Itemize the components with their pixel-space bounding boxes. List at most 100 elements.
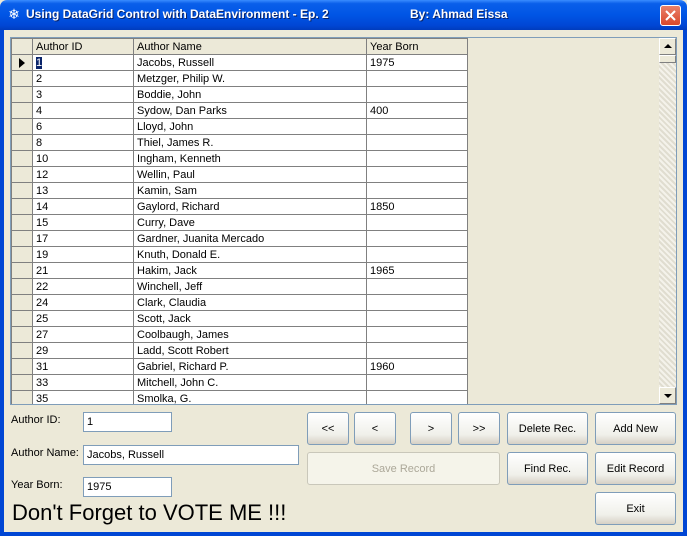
cell-author-id[interactable]: 22 (32, 278, 134, 295)
cell-author-name[interactable]: Clark, Claudia (133, 294, 367, 311)
row-selector[interactable] (11, 342, 33, 359)
cell-author-id[interactable]: 35 (32, 390, 134, 404)
cell-author-id[interactable]: 21 (32, 262, 134, 279)
cell-author-id[interactable]: 25 (32, 310, 134, 327)
cell-author-name[interactable]: Scott, Jack (133, 310, 367, 327)
cell-year-born[interactable] (366, 278, 468, 295)
table-row[interactable]: 13 Kamin, Sam (11, 182, 468, 199)
row-selector[interactable] (11, 294, 33, 311)
cell-author-id[interactable]: 10 (32, 150, 134, 167)
next-record-button[interactable]: > (410, 412, 452, 445)
table-row[interactable]: 24 Clark, Claudia (11, 294, 468, 311)
last-record-button[interactable]: >> (458, 412, 500, 445)
table-row[interactable]: 31 Gabriel, Richard P. 1960 (11, 358, 468, 375)
cell-year-born[interactable] (366, 150, 468, 167)
cell-author-name[interactable]: Sydow, Dan Parks (133, 102, 367, 119)
cell-author-id[interactable]: 13 (32, 182, 134, 199)
column-header-year-born[interactable]: Year Born (366, 38, 468, 55)
table-row[interactable]: 6 Lloyd, John (11, 118, 468, 135)
cell-author-id[interactable]: 2 (32, 70, 134, 87)
table-row[interactable]: 35 Smolka, G. (11, 390, 468, 404)
cell-year-born[interactable] (366, 374, 468, 391)
row-selector[interactable] (11, 70, 33, 87)
cell-year-born[interactable]: 1850 (366, 198, 468, 215)
title-bar[interactable]: ❄ Using DataGrid Control with DataEnviro… (0, 0, 687, 30)
table-row[interactable]: 10 Ingham, Kenneth (11, 150, 468, 167)
edit-record-button[interactable]: Edit Record (595, 452, 676, 485)
row-selector[interactable] (11, 326, 33, 343)
cell-author-name[interactable]: Lloyd, John (133, 118, 367, 135)
row-selector[interactable] (11, 86, 33, 103)
cell-year-born[interactable] (366, 134, 468, 151)
cell-author-name[interactable]: Knuth, Donald E. (133, 246, 367, 263)
row-selector[interactable] (11, 150, 33, 167)
cell-author-id[interactable]: 1 (32, 54, 134, 71)
column-header-author-name[interactable]: Author Name (133, 38, 367, 55)
table-row[interactable]: 22 Winchell, Jeff (11, 278, 468, 295)
close-button[interactable] (660, 5, 681, 26)
cell-author-id[interactable]: 33 (32, 374, 134, 391)
cell-year-born[interactable] (366, 86, 468, 103)
cell-author-name[interactable]: Hakim, Jack (133, 262, 367, 279)
find-record-button[interactable]: Find Rec. (507, 452, 588, 485)
table-row[interactable]: 15 Curry, Dave (11, 214, 468, 231)
author-id-field[interactable] (83, 412, 172, 432)
row-selector[interactable] (11, 390, 33, 404)
cell-author-name[interactable]: Kamin, Sam (133, 182, 367, 199)
cell-author-name[interactable]: Metzger, Philip W. (133, 70, 367, 87)
cell-author-id[interactable]: 31 (32, 358, 134, 375)
cell-year-born[interactable] (366, 70, 468, 87)
cell-author-id[interactable]: 6 (32, 118, 134, 135)
table-row[interactable]: 27 Coolbaugh, James (11, 326, 468, 343)
row-selector[interactable] (11, 262, 33, 279)
scroll-up-button[interactable] (659, 38, 676, 55)
table-row[interactable]: 1 Jacobs, Russell 1975 (11, 54, 468, 71)
table-row[interactable]: 8 Thiel, James R. (11, 134, 468, 151)
row-selector[interactable] (11, 214, 33, 231)
row-selector[interactable] (11, 54, 33, 71)
table-row[interactable]: 21 Hakim, Jack 1965 (11, 262, 468, 279)
cell-author-name[interactable]: Boddie, John (133, 86, 367, 103)
row-selector[interactable] (11, 118, 33, 135)
cell-year-born[interactable] (366, 326, 468, 343)
row-selector[interactable] (11, 134, 33, 151)
column-header-author-id[interactable]: Author ID (32, 38, 134, 55)
table-row[interactable]: 2 Metzger, Philip W. (11, 70, 468, 87)
cell-year-born[interactable] (366, 230, 468, 247)
save-record-button[interactable]: Save Record (307, 452, 500, 485)
cell-year-born[interactable]: 1960 (366, 358, 468, 375)
cell-author-name[interactable]: Gabriel, Richard P. (133, 358, 367, 375)
delete-record-button[interactable]: Delete Rec. (507, 412, 588, 445)
cell-author-id[interactable]: 14 (32, 198, 134, 215)
add-new-button[interactable]: Add New (595, 412, 676, 445)
cell-author-id[interactable]: 3 (32, 86, 134, 103)
cell-year-born[interactable] (366, 294, 468, 311)
cell-author-id[interactable]: 24 (32, 294, 134, 311)
cell-author-name[interactable]: Gaylord, Richard (133, 198, 367, 215)
cell-author-name[interactable]: Thiel, James R. (133, 134, 367, 151)
scroll-down-button[interactable] (659, 387, 676, 404)
cell-author-id[interactable]: 17 (32, 230, 134, 247)
cell-author-name[interactable]: Winchell, Jeff (133, 278, 367, 295)
exit-button[interactable]: Exit (595, 492, 676, 525)
cell-author-id[interactable]: 15 (32, 214, 134, 231)
cell-author-id[interactable]: 19 (32, 246, 134, 263)
row-selector[interactable] (11, 166, 33, 183)
cell-year-born[interactable] (366, 214, 468, 231)
table-row[interactable]: 25 Scott, Jack (11, 310, 468, 327)
row-selector[interactable] (11, 278, 33, 295)
cell-year-born[interactable] (366, 118, 468, 135)
table-row[interactable]: 3 Boddie, John (11, 86, 468, 103)
table-row[interactable]: 4 Sydow, Dan Parks 400 (11, 102, 468, 119)
row-selector[interactable] (11, 102, 33, 119)
row-selector[interactable] (11, 310, 33, 327)
cell-author-id[interactable]: 27 (32, 326, 134, 343)
row-selector[interactable] (11, 182, 33, 199)
year-born-field[interactable] (83, 477, 172, 497)
cell-author-name[interactable]: Mitchell, John C. (133, 374, 367, 391)
cell-year-born[interactable] (366, 246, 468, 263)
row-selector[interactable] (11, 374, 33, 391)
first-record-button[interactable]: << (307, 412, 349, 445)
cell-year-born[interactable] (366, 310, 468, 327)
cell-year-born[interactable] (366, 390, 468, 404)
